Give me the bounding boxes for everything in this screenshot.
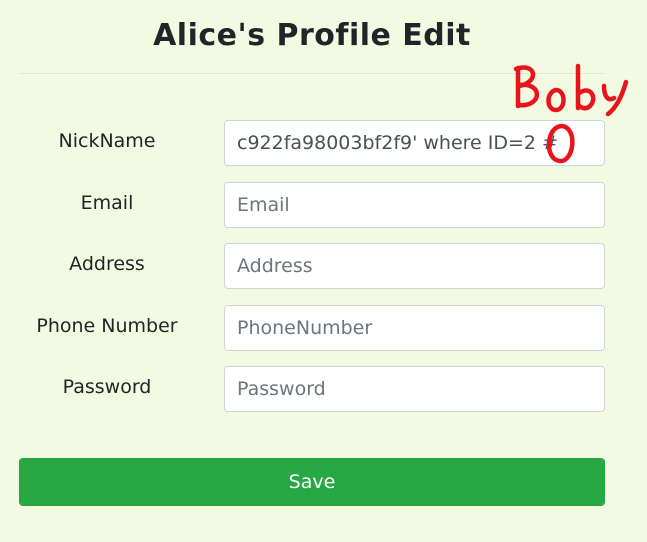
phone-number-label: Phone Number <box>36 315 178 337</box>
address-input[interactable] <box>224 243 605 289</box>
phone-number-input[interactable] <box>224 305 605 351</box>
nickname-label: NickName <box>58 130 156 152</box>
page-title: Alice's Profile Edit <box>153 18 471 53</box>
password-label: Password <box>62 376 152 398</box>
email-input[interactable] <box>224 182 605 228</box>
password-input[interactable] <box>224 366 605 412</box>
address-label: Address <box>69 253 145 275</box>
email-label: Email <box>80 192 134 214</box>
save-button[interactable]: Save <box>19 458 605 506</box>
handwritten-annotation <box>513 63 629 164</box>
